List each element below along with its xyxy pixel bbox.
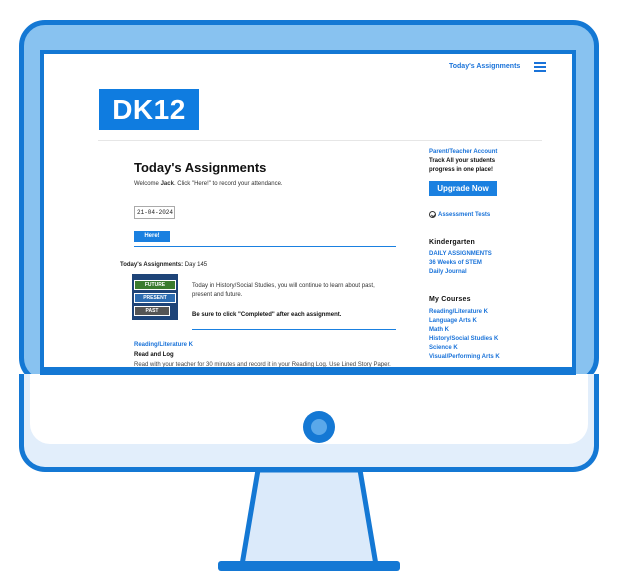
sidebar-item-stem[interactable]: 36 Weeks of STEM [429, 260, 482, 266]
page-title: Today's Assignments [134, 160, 267, 175]
monitor-stand-base [218, 561, 400, 571]
day-counter: Today's Assignments: Day 145 [120, 262, 208, 268]
assessment-tests-link[interactable]: Assessment Tests [429, 211, 490, 218]
date-field[interactable]: 21-04-2024 [134, 206, 175, 219]
monitor-stand [239, 470, 379, 565]
hamburger-menu-icon[interactable] [534, 62, 546, 72]
sidebar-course-history[interactable]: History/Social Studies K [429, 336, 498, 342]
parent-teacher-account-link[interactable]: Parent/Teacher Account [429, 149, 497, 155]
sidebar-item-daily-assignments[interactable]: DAILY ASSIGNMENTS [429, 251, 492, 257]
check-circle-icon [429, 211, 436, 218]
sidebar-item-daily-journal[interactable]: Daily Journal [429, 269, 467, 275]
sign-present: PRESENT [134, 293, 176, 303]
power-button-icon [303, 411, 335, 443]
lesson-description: Today in History/Social Studies, you wil… [192, 283, 375, 298]
completion-reminder: Be sure to click "Completed" after each … [192, 312, 342, 318]
sidebar-course-science[interactable]: Science K [429, 345, 458, 351]
sign-past: PAST [134, 306, 170, 316]
promo-line-1: Track All your students [429, 158, 496, 164]
sidebar-course-language-arts[interactable]: Language Arts K [429, 318, 477, 324]
sidebar-course-visual-arts[interactable]: Visual/Performing Arts K [429, 354, 500, 360]
sign-future: FUTURE [134, 280, 176, 290]
browser-screen: Today's Assignments DK12 Today's Assignm… [40, 50, 576, 373]
header-divider [98, 140, 542, 141]
nav-todays-assignments[interactable]: Today's Assignments [449, 63, 520, 70]
my-courses-heading: My Courses [429, 296, 471, 303]
lesson-divider [192, 329, 396, 330]
sidebar-course-math[interactable]: Math K [429, 327, 449, 333]
grade-heading: Kindergarten [429, 239, 475, 246]
screen-bottom-border [40, 367, 576, 375]
section-divider [134, 246, 396, 247]
promo-line-2: progress in one place! [429, 167, 494, 173]
welcome-text: Welcome Jack. Click "Here!" to record yo… [134, 181, 283, 187]
future-present-past-image: FUTURE PRESENT PAST [132, 274, 178, 320]
task-title: Read and Log [134, 352, 174, 358]
here-attendance-button[interactable]: Here! [134, 231, 170, 242]
course-link-reading[interactable]: Reading/Literature K [134, 342, 193, 348]
student-name: Jack [160, 181, 174, 187]
dk12-logo[interactable]: DK12 [99, 89, 199, 130]
upgrade-now-button[interactable]: Upgrade Now [429, 181, 497, 196]
sidebar-course-reading[interactable]: Reading/Literature K [429, 309, 488, 315]
